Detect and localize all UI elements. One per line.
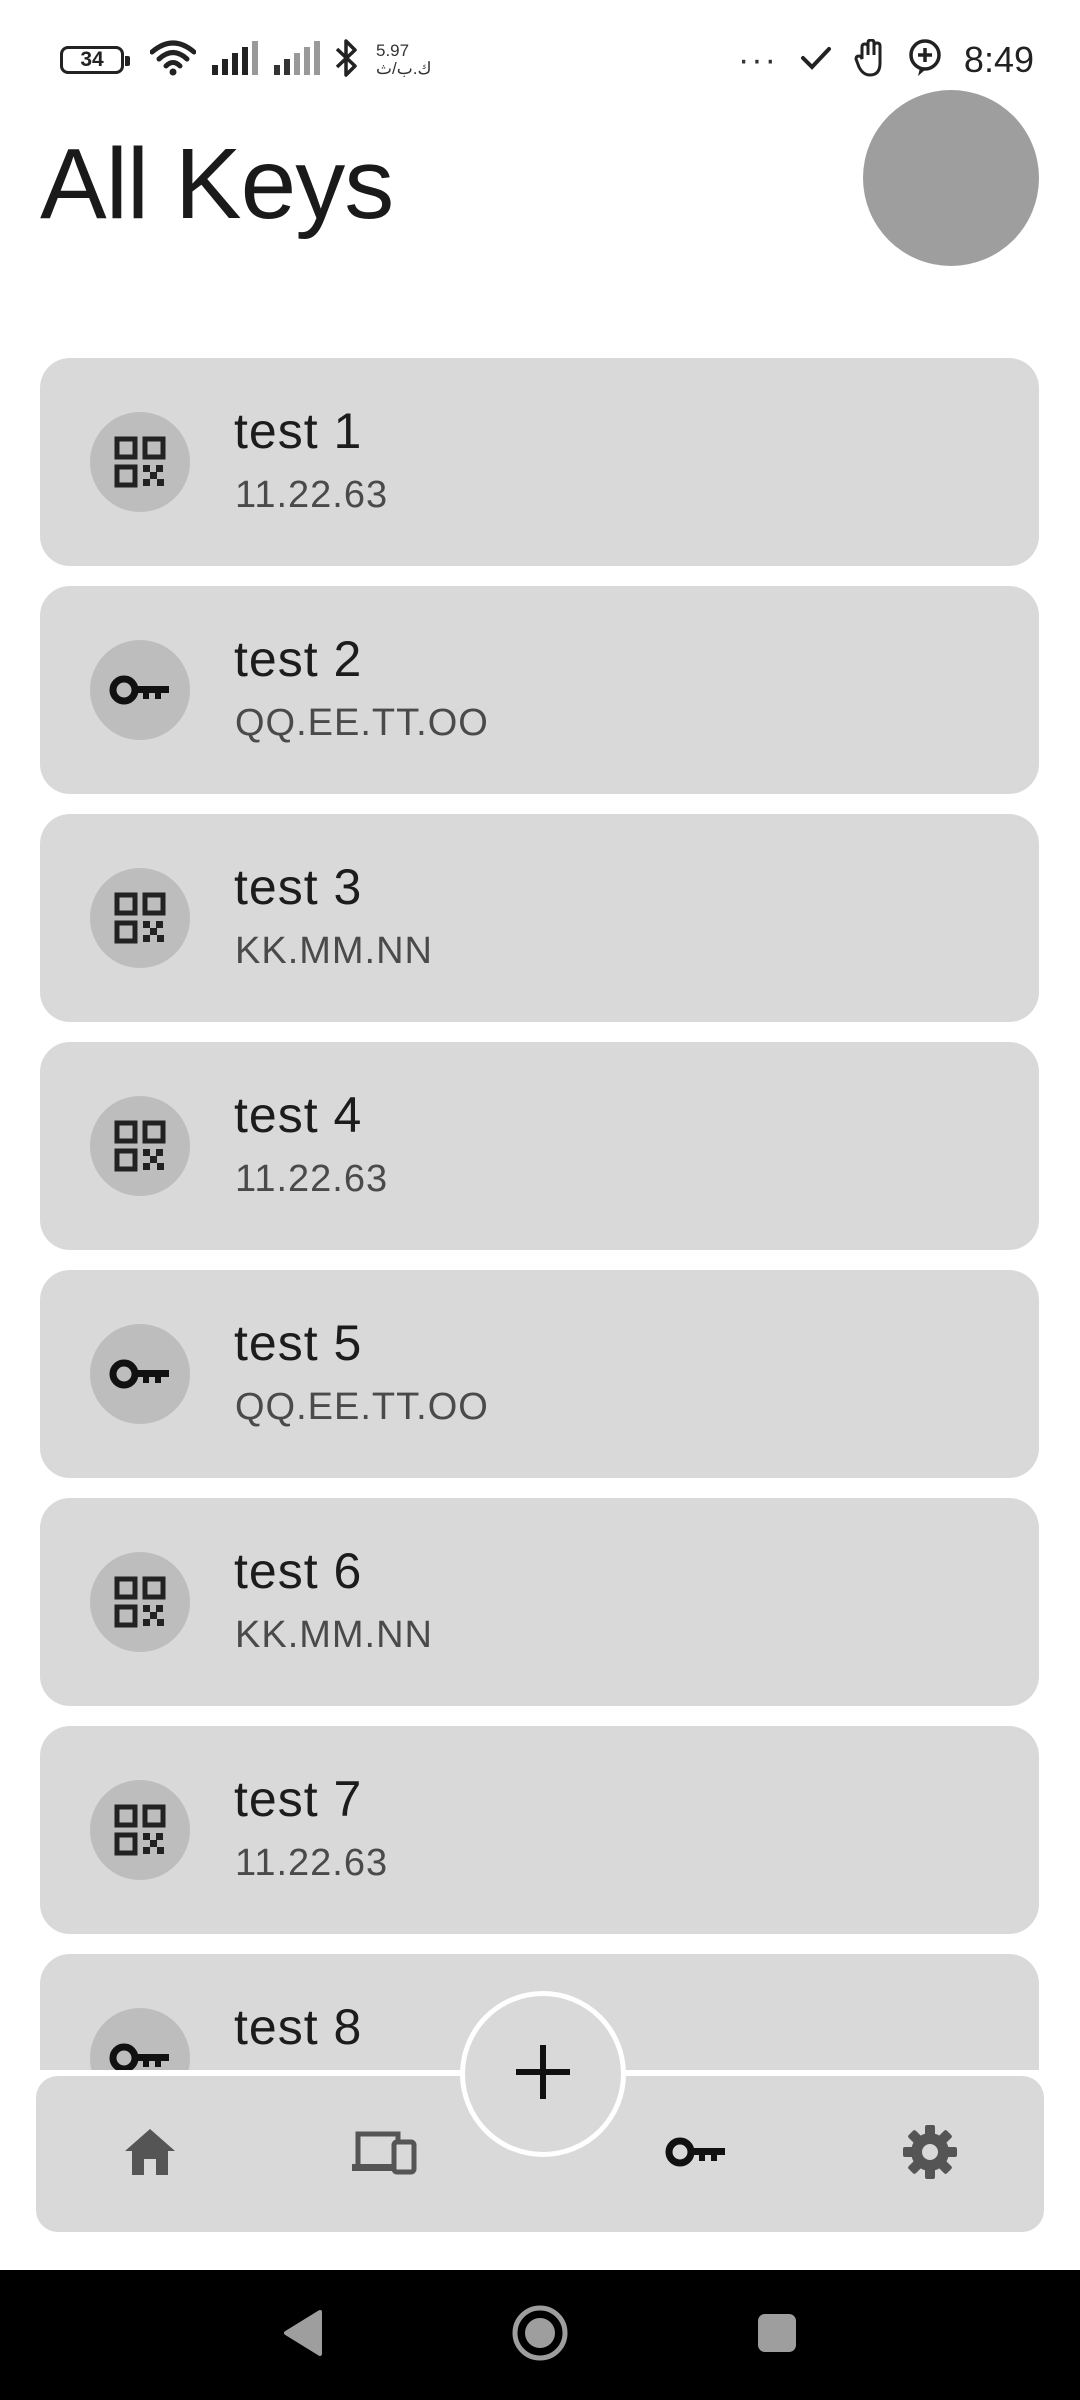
system-nav-bar [0,2270,1080,2400]
key-value: KK.MM.NN [235,930,433,972]
key-card[interactable]: test 6 KK.MM.NN [40,1498,1039,1706]
key-value: 11.22.63 [235,1842,389,1884]
profile-avatar[interactable] [863,90,1039,266]
key-name: test 1 [234,403,363,459]
signal-icon-2 [272,40,320,80]
key-card[interactable]: test 1 11.22.63 [40,358,1039,566]
qr-code-icon [90,1096,190,1196]
recents-square-icon [755,2311,799,2360]
key-value: QQ.EE.TT.OO [235,1386,489,1428]
nav-settings[interactable] [880,2104,980,2204]
key-name: test 4 [234,1087,363,1143]
key-name: test 3 [234,859,363,915]
qr-code-icon [90,1780,190,1880]
nav-home[interactable] [100,2104,200,2204]
qr-code-icon [90,1552,190,1652]
back-button[interactable] [262,2295,342,2375]
devices-icon [350,2128,418,2181]
status-bar-right: ··· 8:49 [738,36,1034,84]
key-value: 11.22.63 [235,1158,389,1200]
key-icon [90,640,190,740]
page-title: All Keys [40,128,394,240]
network-speed: 5.97 ك.ب/ث [376,42,431,78]
key-card[interactable]: test 2 QQ.EE.TT.OO [40,586,1039,794]
key-icon [665,2134,727,2175]
key-name: test 6 [234,1543,363,1599]
key-card[interactable]: test 4 11.22.63 [40,1042,1039,1250]
home-circle-icon [510,2303,570,2368]
clock: 8:49 [963,39,1034,80]
key-value: KK.MM.NN [235,1614,433,1656]
hand-icon [854,37,886,82]
check-icon [800,44,832,77]
nav-devices[interactable] [334,2104,434,2204]
network-speed-unit: ك.ب/ث [376,59,432,78]
key-card[interactable]: test 7 11.22.63 [40,1726,1039,1934]
qr-code-icon [90,868,190,968]
nav-keys[interactable] [646,2104,746,2204]
key-icon [90,1324,190,1424]
key-name: test 8 [234,1999,363,2055]
status-bar-left: 34 5.97 ك.ب/ث [60,38,431,82]
key-name: test 7 [234,1771,363,1827]
plus-icon [512,2041,574,2108]
key-value: QQ.EE.TT.OO [235,702,489,744]
back-triangle-icon [280,2308,324,2363]
key-icon [90,2008,190,2070]
gear-icon [901,2123,959,2186]
qr-code-icon [90,412,190,512]
key-list[interactable]: test 1 11.22.63 test 2 QQ.EE.TT.OO test … [40,358,1039,2070]
wifi-icon [149,40,197,81]
key-name: test 2 [234,631,363,687]
home-system-button[interactable] [500,2295,580,2375]
key-card[interactable]: test 3 KK.MM.NN [40,814,1039,1022]
recents-button[interactable] [737,2295,817,2375]
bluetooth-icon [334,38,360,83]
battery-icon: 34 [60,46,130,74]
signal-icon [210,40,258,80]
more-notifications: ··· [737,40,778,79]
key-card[interactable]: test 5 QQ.EE.TT.OO [40,1270,1039,1478]
network-speed-value: 5.97 [376,41,410,60]
home-icon [122,2126,178,2183]
key-value: 11.22.63 [235,474,389,516]
key-name: test 5 [234,1315,363,1371]
add-key-button[interactable] [460,1991,626,2157]
chat-plus-icon [908,38,942,82]
